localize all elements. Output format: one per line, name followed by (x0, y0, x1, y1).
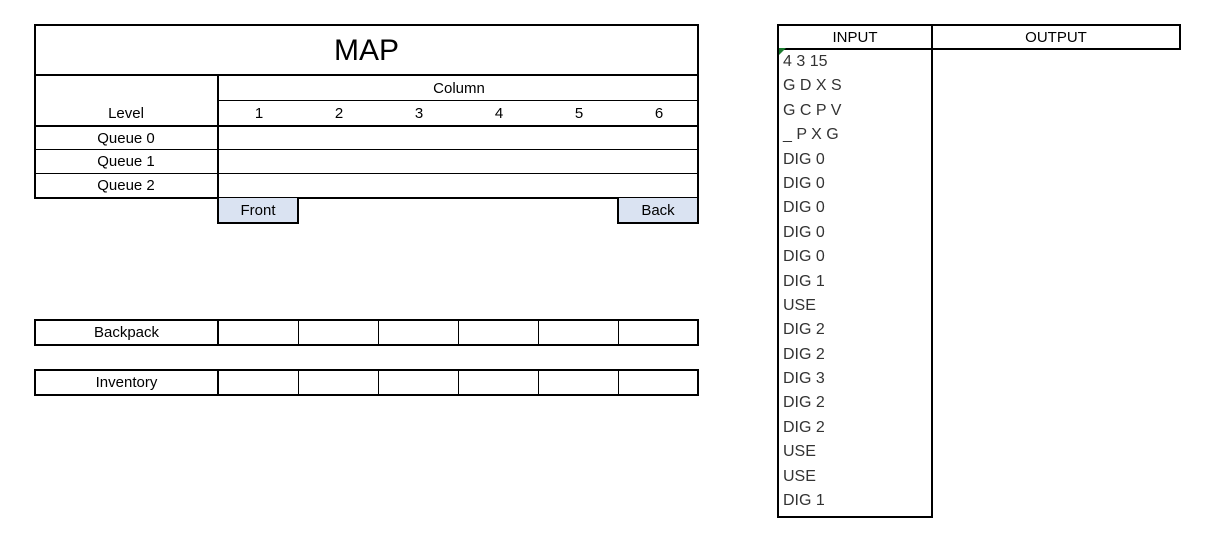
inventory-label: Inventory (95, 374, 158, 391)
queue-0-label: Queue 0 (97, 129, 155, 147)
inventory-slot[interactable] (619, 371, 697, 394)
input-line[interactable]: G D X S (779, 74, 931, 98)
input-line[interactable]: DIG 0 (779, 172, 931, 196)
column-number-3: 3 (414, 104, 424, 122)
inventory-slot[interactable] (379, 371, 459, 394)
column-number-6: 6 (654, 104, 664, 122)
backpack-slot[interactable] (459, 321, 539, 344)
input-line[interactable]: USE (779, 294, 931, 318)
backpack-slot[interactable] (619, 321, 697, 344)
input-line[interactable]: DIG 2 (779, 343, 931, 367)
input-line[interactable]: _ P X G (779, 123, 931, 147)
input-line[interactable]: DIG 2 (779, 416, 931, 440)
front-marker: Front (217, 198, 299, 224)
input-line[interactable]: USE (779, 440, 931, 464)
queue-0-cells[interactable] (219, 127, 699, 149)
io-panel: INPUT OUTPUT 4 3 15 G D X SG C P V _ P X G… (777, 24, 1181, 518)
column-number-2: 2 (334, 104, 344, 122)
input-line[interactable]: DIG 2 (779, 391, 931, 415)
backpack-slot[interactable] (219, 321, 299, 344)
input-line[interactable]: DIG 0 (779, 148, 931, 172)
inventory-slot[interactable] (459, 371, 539, 394)
level-label: Level (108, 104, 144, 122)
column-header: Column (433, 79, 485, 97)
backpack-slot[interactable] (379, 321, 459, 344)
output-header: OUTPUT (931, 24, 1181, 50)
inventory-slot[interactable] (219, 371, 299, 394)
backpack-slot[interactable] (299, 321, 379, 344)
map-title: MAP (333, 33, 399, 67)
inventory-slot[interactable] (539, 371, 619, 394)
input-line[interactable]: DIG 1 (779, 489, 931, 513)
input-line[interactable]: USE (779, 465, 931, 489)
backpack-label: Backpack (93, 324, 160, 341)
input-line[interactable]: 4 3 15 (779, 50, 931, 74)
input-line[interactable]: DIG 0 (779, 196, 931, 220)
backpack-slot[interactable] (539, 321, 619, 344)
column-number-5: 5 (574, 104, 584, 122)
column-number-4: 4 (494, 104, 504, 122)
queue-2-cells[interactable] (219, 174, 699, 197)
queue-1-cells[interactable] (219, 150, 699, 173)
input-line[interactable]: DIG 1 (779, 270, 931, 294)
input-column[interactable]: 4 3 15 G D X SG C P V _ P X G DIG 0 DIG 0 DIG… (777, 48, 933, 518)
map-panel: MAP Column Level 1 2 3 4 5 6 Queue 0 Que… (0, 0, 760, 541)
column-number-1: 1 (254, 104, 264, 122)
input-line[interactable]: DIG 2 (779, 318, 931, 342)
input-line[interactable]: DIG 0 (779, 221, 931, 245)
queue-1-label: Queue 1 (97, 153, 155, 170)
input-header: INPUT (777, 24, 933, 50)
input-line[interactable]: G C P V (779, 99, 931, 123)
input-line[interactable]: DIG 0 (779, 245, 931, 269)
input-line[interactable]: DIG 3 (779, 367, 931, 391)
inventory-slot[interactable] (299, 371, 379, 394)
queue-2-label: Queue 2 (97, 177, 155, 194)
input-list: 4 3 15 G D X SG C P V _ P X G DIG 0 DIG 0 DIG… (779, 50, 931, 513)
back-marker: Back (617, 198, 699, 224)
